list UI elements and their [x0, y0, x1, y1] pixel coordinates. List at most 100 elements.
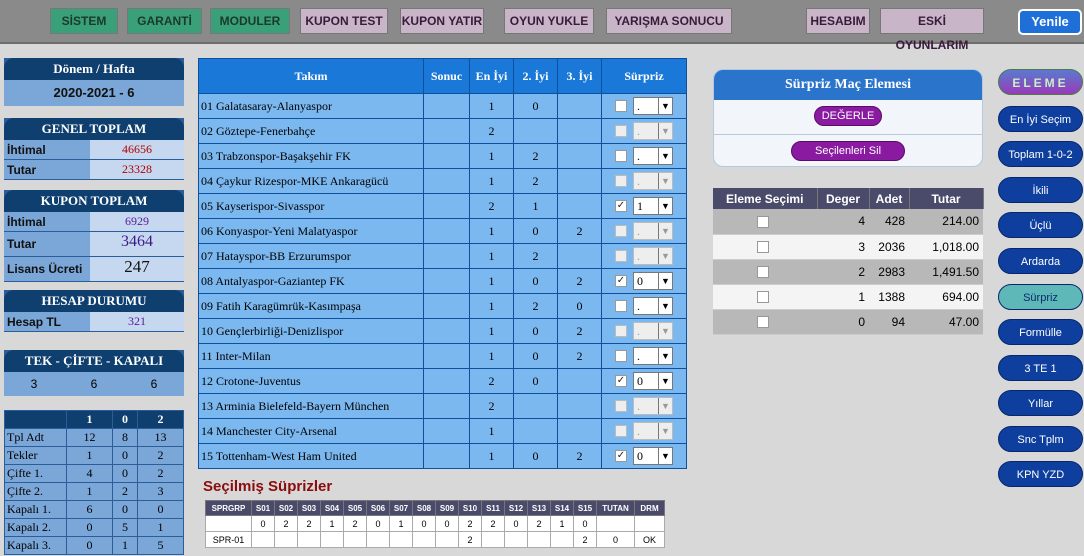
chevron-down-icon: ▼: [658, 273, 672, 289]
match-header-3: 2. İyi: [513, 58, 558, 94]
right-button-7[interactable]: Formülle: [998, 319, 1083, 345]
top-button-mid-3[interactable]: YARIŞMA SONUCU: [606, 8, 732, 34]
surpriz-checkbox[interactable]: [615, 300, 627, 312]
hesap-label: Hesap TL: [7, 314, 62, 329]
surpriz-select: . ▼: [633, 322, 673, 340]
eleme-checkbox[interactable]: [757, 216, 769, 229]
stats-cell: 0: [112, 464, 138, 483]
secilmis-header-cell: S03: [297, 500, 321, 516]
match-e2: 0: [513, 368, 558, 394]
match-table-header: Takım Sonuc En İyi 2. İyi 3. İyi Sürpriz: [198, 58, 687, 94]
top-button-left-2[interactable]: MODULER: [210, 8, 290, 34]
surpriz-checkbox[interactable]: ✓: [615, 275, 627, 287]
match-row: 05 Kayserispor-Sivasspor 2 1 ✓ 1 ▼: [198, 193, 687, 219]
match-sonuc: [423, 293, 470, 319]
eleme-checkbox[interactable]: [757, 266, 769, 279]
top-button-right-0[interactable]: HESABIM: [806, 8, 870, 34]
top-button-right-1[interactable]: ESKİ OYUNLARIM: [880, 8, 984, 52]
eleme-checkbox[interactable]: [757, 316, 769, 329]
team-name: 04 Çaykur Rizespor-MKE Ankaragücü: [198, 168, 424, 194]
surpriz-cell: ✓ 1 ▼: [601, 193, 687, 219]
surpriz-select[interactable]: . ▼: [633, 147, 673, 165]
match-e1: 1: [469, 268, 514, 294]
stats-cell: 13: [136, 428, 185, 447]
surpriz-select-value: .: [637, 399, 640, 413]
right-button-10[interactable]: Snc Tplm: [998, 426, 1083, 452]
top-button-left-0[interactable]: SİSTEM: [50, 8, 118, 34]
right-button-0[interactable]: ELEME: [998, 69, 1083, 95]
kupon-value: 6929: [90, 212, 184, 231]
tek-value: 6: [124, 372, 184, 396]
yenile-button[interactable]: Yenile: [1018, 9, 1082, 35]
stats-cell: 1: [112, 536, 138, 555]
secilenleri-sil-button[interactable]: Seçilenleri Sil: [791, 141, 905, 161]
surpriz-select[interactable]: 1 ▼: [633, 197, 673, 215]
right-button-11[interactable]: KPN YZD: [998, 461, 1083, 487]
match-row: 04 Çaykur Rizespor-MKE Ankaragücü 1 2. ▼: [198, 168, 687, 194]
surpriz-checkbox[interactable]: ✓: [615, 375, 627, 387]
surpriz-select: . ▼: [633, 222, 673, 240]
chevron-down-icon: ▼: [658, 348, 672, 364]
secilmis-cell: 0: [573, 515, 597, 532]
right-button-8[interactable]: 3 TE 1: [998, 355, 1083, 381]
surpriz-checkbox[interactable]: [615, 100, 627, 112]
stats-cell: 8: [112, 428, 138, 447]
stats-cell: 12: [65, 428, 114, 447]
right-button-2[interactable]: Toplam 1-0-2: [998, 141, 1083, 167]
top-button-mid-1[interactable]: KUPON YATIR: [400, 8, 484, 34]
right-button-1[interactable]: En İyi Seçim: [998, 106, 1083, 132]
team-name: 10 Gençlerbirliği-Denizlispor: [198, 318, 424, 344]
eleme-header-cell: Tutar: [909, 188, 984, 209]
secilmis-cell: 0: [504, 515, 528, 532]
team-name: 14 Manchester City-Arsenal: [198, 418, 424, 444]
surpriz-checkbox: [615, 325, 627, 337]
team-name: 07 Hatayspor-BB Erzurumspor: [198, 243, 424, 269]
match-row: 09 Fatih Karagümrük-Kasımpaşa 1 2 0. ▼: [198, 293, 687, 319]
surpriz-cell: ✓ 0 ▼: [601, 268, 687, 294]
surpriz-checkbox[interactable]: ✓: [615, 450, 627, 462]
top-button-left-1[interactable]: GARANTİ: [127, 8, 202, 34]
stats-row: Çifte 1. 4 0 2: [4, 464, 185, 483]
match-e1: 2: [469, 118, 514, 144]
surpriz-select[interactable]: . ▼: [633, 347, 673, 365]
hesap-title: HESAP DURUMU: [4, 290, 184, 312]
match-e1: 1: [469, 418, 514, 444]
surpriz-select[interactable]: 0 ▼: [633, 272, 673, 290]
stats-cell: 2: [136, 464, 185, 483]
degerle-button[interactable]: DEĞERLE: [814, 106, 882, 126]
surpriz-checkbox[interactable]: [615, 350, 627, 362]
surpriz-checkbox[interactable]: [615, 150, 627, 162]
top-button-mid-2[interactable]: OYUN YUKLE: [504, 8, 594, 34]
stats-header-cell: [4, 410, 67, 429]
right-button-6[interactable]: Sürpriz: [998, 284, 1083, 310]
secilmis-header-cell: S09: [435, 500, 459, 516]
eleme-row: 3 2036 1,018.00: [713, 234, 983, 260]
right-button-9[interactable]: Yıllar: [998, 390, 1083, 416]
surpriz-select[interactable]: . ▼: [633, 97, 673, 115]
stats-row-label: Kapalı 3.: [4, 536, 67, 555]
eleme-table: Eleme Seçimi Deger Adet Tutar 4 428 214.00 3 203…: [713, 188, 984, 335]
match-e3: [557, 418, 602, 444]
right-button-5[interactable]: Ardarda: [998, 248, 1083, 274]
eleme-checkbox[interactable]: [757, 291, 769, 304]
surpriz-panel: Sürpriz Maç Elemesi DEĞERLE Seçilenleri …: [713, 69, 983, 167]
top-button-mid-0[interactable]: KUPON TEST: [300, 8, 388, 34]
eleme-checkbox[interactable]: [757, 241, 769, 254]
surpriz-select-value: .: [637, 174, 640, 188]
right-button-4[interactable]: Üçlü: [998, 212, 1083, 238]
surpriz-cell: . ▼: [601, 143, 687, 169]
stats-row: Kapalı 2. 0 5 1: [4, 518, 185, 537]
genel-title: GENEL TOPLAM: [4, 118, 184, 140]
genel-label: İhtimal: [7, 142, 46, 157]
eleme-cell: 47.00: [909, 309, 983, 335]
surpriz-select[interactable]: 0 ▼: [633, 372, 673, 390]
donem-panel: Dönem / Hafta 2020-2021 - 6: [4, 58, 184, 106]
secilmis-cell: [251, 531, 275, 548]
surpriz-select[interactable]: . ▼: [633, 297, 673, 315]
match-row: 10 Gençlerbirliği-Denizlispor 1 0 2. ▼: [198, 318, 687, 344]
surpriz-select[interactable]: 0 ▼: [633, 447, 673, 465]
match-sonuc: [423, 368, 470, 394]
stats-row-label: Kapalı 2.: [4, 518, 67, 537]
surpriz-checkbox[interactable]: ✓: [615, 200, 627, 212]
right-button-3[interactable]: İkili: [998, 177, 1083, 203]
